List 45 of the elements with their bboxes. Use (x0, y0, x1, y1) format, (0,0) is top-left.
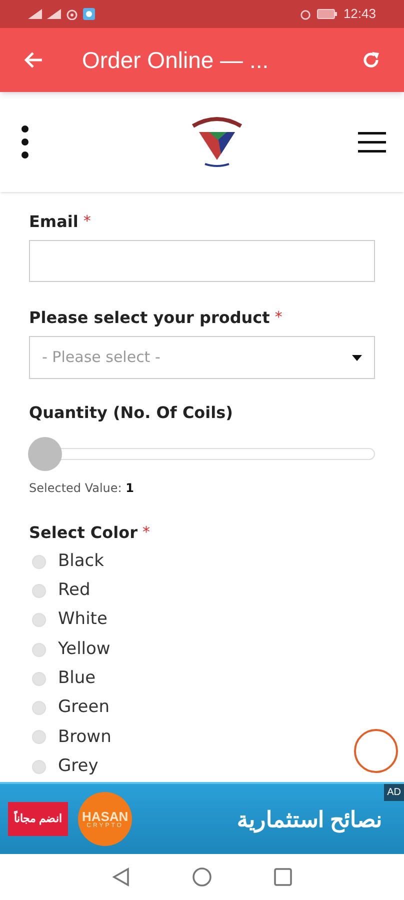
radio-button[interactable] (32, 613, 46, 628)
recents-nav-icon[interactable] (274, 868, 292, 886)
field-label: Quantity (No. Of Coils) (29, 402, 233, 424)
option-label: Blue (58, 667, 96, 690)
radio-button[interactable] (32, 760, 46, 774)
required-mark: * (83, 211, 91, 232)
back-nav-icon[interactable] (112, 867, 130, 887)
option-label: Black (58, 550, 104, 573)
caret-icon (352, 354, 362, 360)
alarm-icon (300, 8, 312, 20)
brand-text: HASAN (82, 810, 128, 822)
radio-button[interactable] (32, 730, 46, 744)
radio-button[interactable] (32, 554, 46, 569)
radio-button[interactable] (32, 672, 46, 686)
selected-value-text: Selected Value: 1 (29, 480, 136, 497)
option-label: Yellow (58, 638, 110, 661)
email-field[interactable] (29, 240, 375, 282)
required-mark: * (142, 522, 150, 543)
menu-button[interactable] (358, 130, 386, 154)
radio-button[interactable] (32, 584, 46, 598)
radio-button[interactable] (32, 642, 46, 657)
radio-button[interactable] (32, 701, 46, 716)
ad-headline: نصائح استثمارية (236, 806, 382, 835)
ad-badge: AD (384, 784, 404, 801)
app-title: Order Online — ... (82, 46, 270, 75)
join-button[interactable]: انضم مجاناً (8, 802, 68, 836)
hotspot-icon (66, 8, 78, 20)
signal-icon (47, 9, 61, 19)
option-label: Grey (58, 754, 98, 778)
field-label: Email (29, 211, 78, 233)
signal-icon (28, 9, 42, 19)
option-label: White (58, 608, 108, 632)
floating-circle-button[interactable] (354, 729, 398, 774)
field-label: Select Color (29, 522, 138, 544)
field-label: Please select your product (29, 307, 270, 329)
option-label: Brown (58, 726, 112, 749)
home-nav-icon[interactable] (192, 867, 212, 887)
clock-time: 12:43 (343, 5, 376, 24)
option-label: Red (58, 579, 90, 602)
required-mark: * (274, 307, 282, 328)
battery-icon (317, 9, 338, 19)
option-label: Green (58, 696, 110, 720)
slider-thumb[interactable] (28, 437, 62, 471)
product-dropdown[interactable]: - Please select - (29, 336, 375, 379)
app-icon (83, 8, 95, 20)
